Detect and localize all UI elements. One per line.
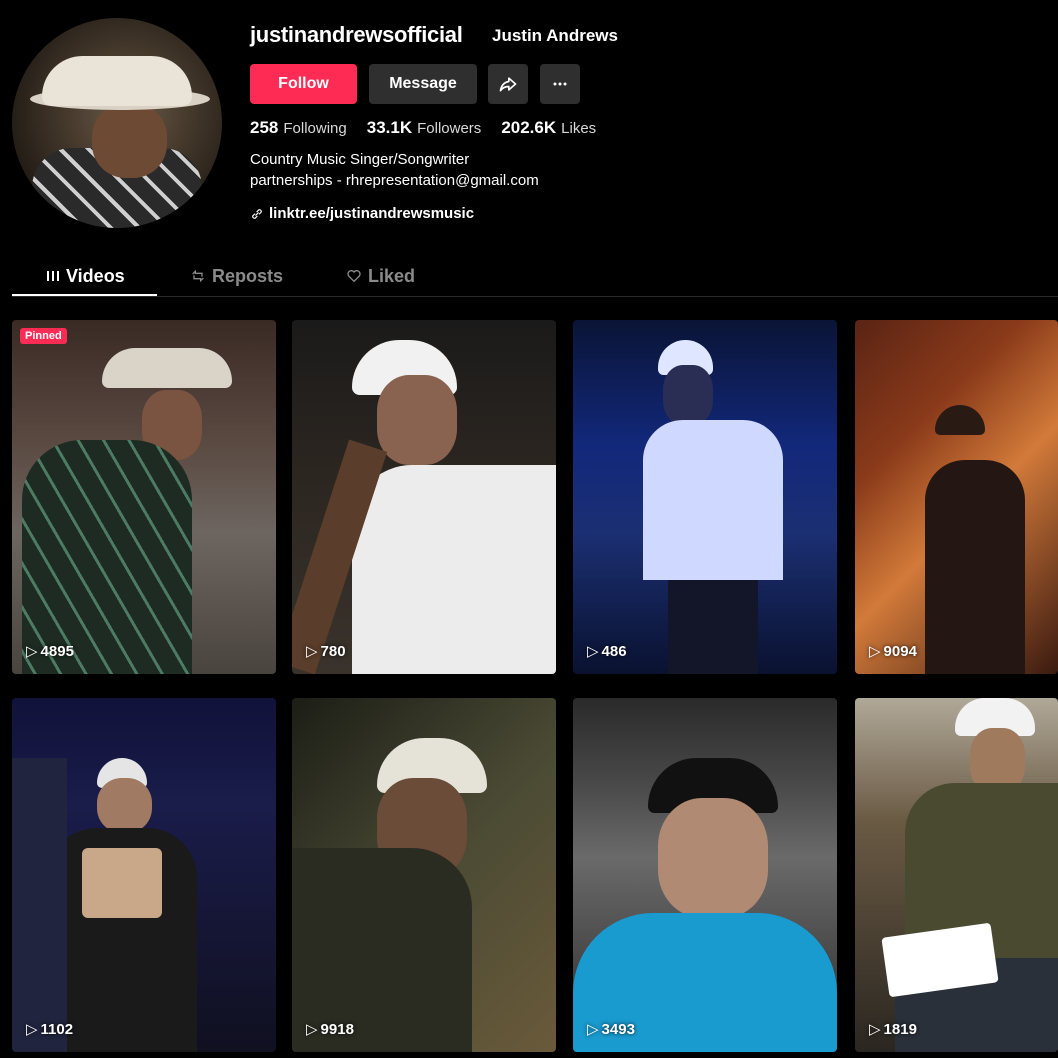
stat-value: 202.6K bbox=[501, 118, 557, 137]
video-card[interactable]: ▷ 9094 bbox=[855, 320, 1058, 674]
video-views: ▷ 9918 bbox=[306, 1020, 354, 1039]
tab-label: Reposts bbox=[212, 265, 284, 286]
view-count: 9094 bbox=[883, 642, 917, 660]
thumbnail-head bbox=[658, 798, 768, 918]
stat-likes: 202.6K Likes bbox=[501, 118, 596, 138]
follow-button[interactable]: Follow bbox=[250, 64, 357, 104]
video-card[interactable]: ▷ 780 bbox=[292, 320, 556, 674]
more-options-button[interactable] bbox=[540, 64, 580, 104]
thumbnail-body bbox=[925, 460, 1025, 674]
view-count: 3493 bbox=[601, 1020, 635, 1038]
active-tab-underline bbox=[12, 294, 157, 296]
stat-following[interactable]: 258 Following bbox=[250, 118, 347, 138]
thumbnail-body bbox=[22, 440, 192, 674]
thumbnail-head bbox=[377, 375, 457, 465]
play-icon: ▷ bbox=[869, 1021, 881, 1038]
bio-line-1: Country Music Singer/Songwriter bbox=[250, 151, 470, 168]
repost-icon bbox=[192, 269, 204, 283]
play-icon: ▷ bbox=[26, 1021, 38, 1038]
thumbnail-legs bbox=[668, 580, 758, 674]
video-views: ▷ 9094 bbox=[869, 642, 917, 661]
pinned-badge: Pinned bbox=[20, 328, 67, 344]
video-card[interactable]: ▷ 1819 bbox=[855, 698, 1058, 1052]
tab-reposts[interactable]: Reposts bbox=[190, 258, 283, 294]
view-count: 4895 bbox=[40, 642, 74, 660]
video-views: ▷ 486 bbox=[587, 642, 627, 661]
thumbnail-cap bbox=[935, 405, 985, 435]
profile-link-text: linktr.ee/justinandrewsmusic bbox=[269, 205, 475, 222]
play-icon: ▷ bbox=[306, 643, 318, 660]
thumbnail-bandmate bbox=[12, 758, 67, 1052]
view-count: 1819 bbox=[883, 1020, 917, 1038]
avatar-head bbox=[92, 103, 167, 178]
profile-avatar[interactable] bbox=[12, 18, 222, 228]
grid-icon bbox=[47, 271, 59, 281]
video-views: ▷ 4895 bbox=[26, 642, 74, 661]
video-card[interactable]: ▷ 486 bbox=[573, 320, 837, 674]
tab-label: Liked bbox=[368, 265, 416, 286]
profile-stats: 258 Following 33.1K Followers 202.6K Likes bbox=[250, 118, 596, 138]
video-card[interactable]: Pinned ▷ 4895 bbox=[12, 320, 276, 674]
view-count: 1102 bbox=[40, 1020, 74, 1038]
view-count: 780 bbox=[320, 642, 346, 660]
play-icon: ▷ bbox=[869, 643, 881, 660]
stat-label: Following bbox=[283, 120, 347, 137]
profile-username: justinandrewsofficial bbox=[250, 22, 463, 47]
video-views: ▷ 1819 bbox=[869, 1020, 917, 1039]
link-icon bbox=[252, 208, 262, 219]
thumbnail-shirt-print bbox=[82, 848, 162, 918]
tab-videos[interactable]: Videos bbox=[46, 258, 125, 294]
play-icon: ▷ bbox=[26, 643, 38, 660]
play-icon: ▷ bbox=[306, 1021, 318, 1038]
thumbnail-hat bbox=[102, 348, 232, 388]
stat-label: Likes bbox=[561, 120, 597, 137]
thumbnail-head bbox=[97, 778, 152, 833]
profile-tabs: Videos Reposts Liked bbox=[12, 258, 1058, 297]
stat-label: Followers bbox=[417, 120, 482, 137]
message-button[interactable]: Message bbox=[369, 64, 477, 104]
thumbnail-body bbox=[352, 465, 556, 674]
heart-icon bbox=[347, 270, 361, 283]
tab-label: Videos bbox=[66, 265, 125, 286]
profile-display-name: Justin Andrews bbox=[492, 26, 618, 45]
more-icon bbox=[553, 82, 567, 86]
thumbnail-head bbox=[663, 365, 713, 425]
thumbnail-body bbox=[643, 420, 783, 580]
stat-value: 258 bbox=[250, 118, 279, 137]
avatar-hat bbox=[42, 56, 192, 106]
play-icon: ▷ bbox=[587, 643, 599, 660]
share-button[interactable] bbox=[488, 64, 528, 104]
view-count: 486 bbox=[601, 642, 627, 660]
bio-line-2: partnerships - rhrepresentation@gmail.co… bbox=[250, 172, 539, 189]
stat-followers[interactable]: 33.1K Followers bbox=[367, 118, 482, 138]
video-views: ▷ 3493 bbox=[587, 1020, 635, 1039]
stat-value: 33.1K bbox=[366, 118, 413, 137]
video-card[interactable]: ▷ 3493 bbox=[573, 698, 837, 1052]
profile-link[interactable]: linktr.ee/justinandrewsmusic bbox=[250, 205, 474, 222]
tab-liked[interactable]: Liked bbox=[346, 258, 415, 294]
play-icon: ▷ bbox=[587, 1021, 599, 1038]
video-views: ▷ 1102 bbox=[26, 1020, 74, 1039]
share-icon bbox=[499, 77, 517, 92]
video-views: ▷ 780 bbox=[306, 642, 346, 661]
video-card[interactable]: ▷ 1102 bbox=[12, 698, 276, 1052]
view-count: 9918 bbox=[320, 1020, 354, 1038]
video-card[interactable]: ▷ 9918 bbox=[292, 698, 556, 1052]
